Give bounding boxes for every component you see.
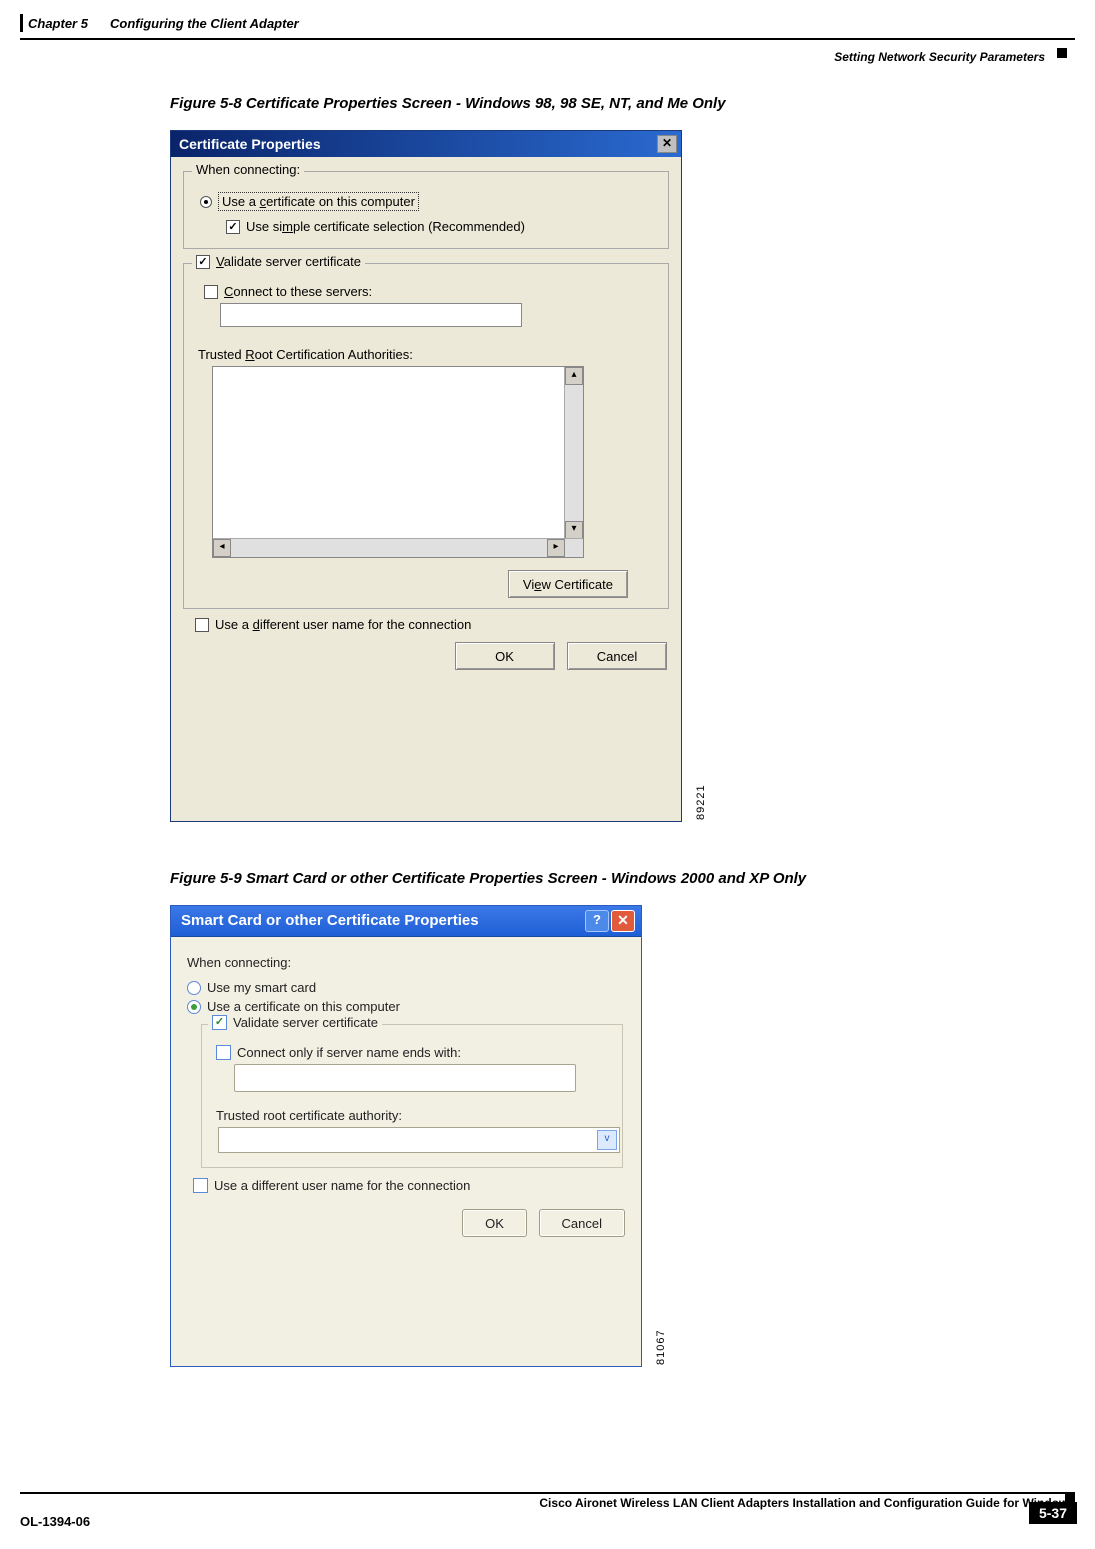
chevron-down-icon[interactable]: v: [597, 1130, 617, 1150]
use-certificate-label: Use a certificate on this computer: [218, 192, 419, 211]
connect-only-checkbox[interactable]: [216, 1045, 231, 1060]
help-icon[interactable]: ?: [585, 910, 609, 932]
connect-only-label: Connect only if server name ends with:: [237, 1045, 461, 1060]
dialog1-title: Certificate Properties: [179, 136, 321, 152]
figure-caption-5-9: Figure 5-9 Smart Card or other Certifica…: [170, 870, 1035, 887]
connect-servers-checkbox[interactable]: [204, 285, 218, 299]
connect-servers-input[interactable]: [220, 303, 522, 327]
different-username-checkbox-2[interactable]: [193, 1178, 208, 1193]
use-certificate-radio-2[interactable]: [187, 1000, 201, 1014]
section-title: Setting Network Security Parameters: [834, 50, 1045, 64]
dialog1-titlebar: Certificate Properties ✕: [171, 131, 681, 157]
validate-server-group-2: Validate server certificate Connect only…: [201, 1024, 623, 1168]
footer-corner-square: [1065, 1492, 1075, 1502]
when-connecting-label-2: When connecting:: [187, 955, 625, 970]
figure-code-2: 81067: [655, 1329, 667, 1365]
scroll-right-icon[interactable]: ▸: [547, 539, 565, 557]
chapter-title: Configuring the Client Adapter: [110, 16, 299, 31]
trusted-root-label: Trusted Root Certification Authorities:: [198, 347, 413, 362]
cancel-button[interactable]: Cancel: [567, 642, 667, 670]
figure-code-1: 89221: [695, 784, 707, 820]
footer-rule: [20, 1492, 1075, 1494]
header-rule: [20, 38, 1075, 40]
use-smart-card-label: Use my smart card: [207, 980, 316, 995]
use-certificate-radio[interactable]: [200, 196, 212, 208]
use-certificate-label-2: Use a certificate on this computer: [207, 999, 400, 1014]
trusted-root-listbox[interactable]: ▴ ▾ ◂ ▸: [212, 366, 584, 558]
scroll-up-icon[interactable]: ▴: [565, 367, 583, 385]
chapter-number: Chapter 5: [28, 16, 88, 31]
different-username-checkbox[interactable]: [195, 618, 209, 632]
ok-button[interactable]: OK: [455, 642, 555, 670]
when-connecting-label: When connecting:: [192, 162, 304, 177]
smart-card-properties-dialog: Smart Card or other Certificate Properti…: [170, 905, 642, 1367]
scroll-down-icon[interactable]: ▾: [565, 521, 583, 539]
view-certificate-button[interactable]: View Certificate: [508, 570, 628, 598]
validate-server-checkbox-2[interactable]: [212, 1015, 227, 1030]
trusted-root-label-2: Trusted root certificate authority:: [216, 1108, 612, 1123]
simple-selection-checkbox[interactable]: [226, 220, 240, 234]
certificate-properties-dialog: Certificate Properties ✕ When connecting…: [170, 130, 682, 822]
use-smart-card-radio[interactable]: [187, 981, 201, 995]
cancel-button-2[interactable]: Cancel: [539, 1209, 625, 1237]
figure-caption-5-8: Figure 5-8 Certificate Properties Screen…: [170, 95, 1035, 112]
dialog2-title: Smart Card or other Certificate Properti…: [181, 912, 479, 929]
trusted-root-combo[interactable]: v: [218, 1127, 620, 1153]
close-icon[interactable]: ✕: [657, 135, 677, 153]
footer-guide-title: Cisco Aironet Wireless LAN Client Adapte…: [20, 1496, 1075, 1510]
dialog2-titlebar: Smart Card or other Certificate Properti…: [171, 906, 641, 937]
validate-server-group: Validate server certificate Connect to t…: [183, 263, 669, 609]
connect-servers-label: Connect to these servers:: [224, 284, 372, 299]
scroll-left-icon[interactable]: ◂: [213, 539, 231, 557]
footer-doc-number: OL-1394-06: [20, 1514, 90, 1529]
close-icon[interactable]: ✕: [611, 910, 635, 932]
server-name-input[interactable]: [234, 1064, 576, 1092]
different-username-label: Use a different user name for the connec…: [215, 617, 471, 632]
validate-server-checkbox[interactable]: [196, 255, 210, 269]
when-connecting-group: When connecting: Use a certificate on th…: [183, 171, 669, 249]
ok-button-2[interactable]: OK: [462, 1209, 527, 1237]
validate-server-label-2: Validate server certificate: [233, 1015, 378, 1030]
different-username-label-2: Use a different user name for the connec…: [214, 1178, 470, 1193]
horizontal-scrollbar[interactable]: ◂ ▸: [213, 538, 583, 557]
header-corner-square: [1057, 48, 1067, 58]
vertical-scrollbar[interactable]: ▴ ▾: [564, 367, 583, 539]
simple-selection-label: Use simple certificate selection (Recomm…: [246, 219, 525, 234]
page-number: 5-37: [1029, 1502, 1077, 1524]
header-left-bar: [20, 14, 23, 32]
validate-server-label: Validate server certificate: [216, 254, 361, 269]
